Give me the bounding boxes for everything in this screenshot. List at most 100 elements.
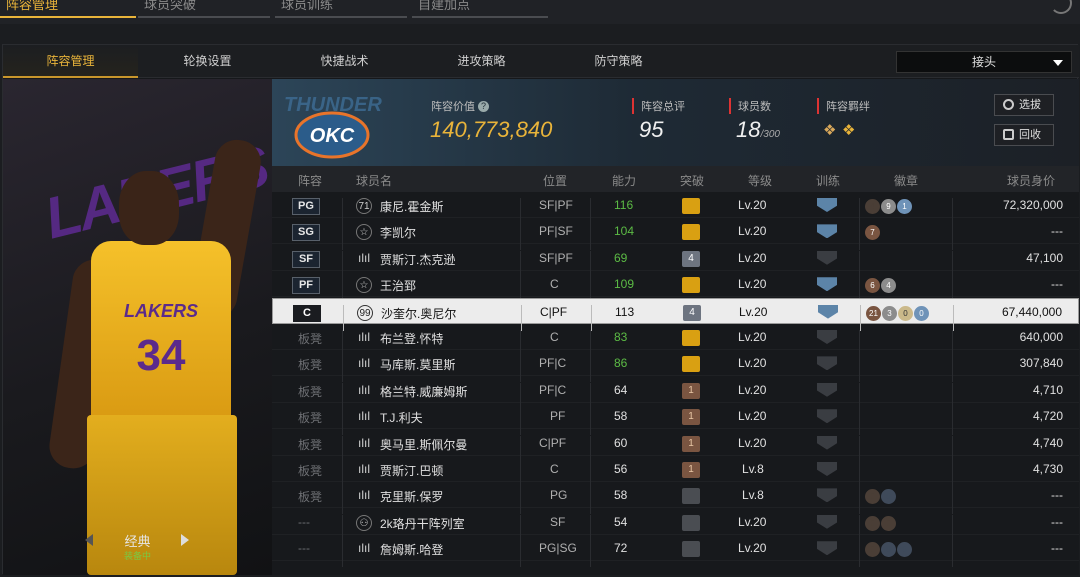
table-row[interactable]: SF ılıl 贾斯汀.杰克逊 SF|PF 69 4 Lv.20 47,100 [272, 245, 1079, 277]
col-header-slot: 阵容 [298, 174, 323, 188]
player-name: 2k珞丹干阵列室 [380, 516, 465, 531]
training-icon[interactable] [817, 541, 837, 556]
player-tag-icon: ☆ [356, 224, 372, 241]
training-icon[interactable] [817, 488, 837, 503]
breakthrough-badge: 4 [683, 304, 701, 321]
card-style-label: 经典 [124, 534, 151, 549]
refresh-icon[interactable] [1050, 0, 1072, 14]
player-position: SF|PF [539, 198, 573, 212]
player-level: Lv.20 [738, 435, 767, 450]
training-icon[interactable] [817, 277, 837, 292]
slot-label: 板凳 [298, 411, 323, 426]
training-icon[interactable] [817, 330, 837, 344]
top-tab-training[interactable]: 球员训练 [275, 0, 407, 18]
signal-bars-icon: ılıl [358, 250, 370, 265]
breakthrough-badge [682, 541, 700, 558]
slot-label: --- [298, 541, 310, 556]
badge-group: 00 [865, 488, 897, 505]
player-level: Lv.20 [738, 198, 767, 212]
table-row[interactable]: --- ılıl 詹姆斯.哈登 PG|SG 72 Lv.20 0 0 0 --- [272, 535, 1079, 568]
player-ability: 56 [614, 462, 628, 476]
player-name: 奥马里.斯佩尔曼 [380, 437, 468, 452]
tab-rotation[interactable]: 轮换设置 [140, 45, 275, 78]
top-tab-label: 球员训练 [281, 0, 334, 12]
table-row[interactable]: --- ⚇ 2k珞丹干阵列室 SF 54 Lv.20 0 0 --- [272, 509, 1079, 541]
training-icon[interactable] [817, 409, 837, 424]
slot-label: 板凳 [298, 384, 323, 399]
training-icon[interactable] [817, 382, 837, 397]
table-row[interactable]: C 99 沙奎尔.奥尼尔 C|PF 113 4 Lv.20 21 3 0 0 67,440,000 [272, 297, 1079, 331]
signal-bars-icon: ılıl [358, 409, 370, 424]
player-position: PF|SF [539, 224, 573, 239]
team-logo-abbr: OKC [310, 125, 355, 147]
next-card-icon[interactable] [181, 534, 189, 546]
signal-bars-icon: ılıl [358, 330, 370, 344]
player-position: PF [550, 409, 566, 424]
player-ability: 113 [615, 304, 635, 319]
badge-icon: 1 [897, 199, 912, 214]
top-tab-lineup[interactable]: 阵容管理 [0, 0, 136, 18]
badge-group: 000 [865, 541, 913, 558]
badge-icon: 9 [881, 199, 896, 214]
table-row[interactable]: 板凳 ılıl 奥马里.斯佩尔曼 C|PF 60 1 Lv.20 4,740 [272, 430, 1079, 462]
player-ability: 83 [614, 330, 628, 344]
chemistry-icon[interactable]: ❖ [823, 121, 836, 139]
breakthrough-badge [682, 488, 700, 505]
player-ability: 69 [614, 250, 628, 265]
top-tab-breakthrough[interactable]: 球员突破 [138, 0, 270, 18]
player-tag-icon: ⚇ [356, 514, 372, 531]
table-row[interactable]: 板凳 ılıl 贾斯汀.巴顿 C 56 1 Lv.8 4,730 [272, 456, 1079, 488]
training-icon[interactable] [817, 462, 837, 476]
strategy-dropdown[interactable]: 接头 [896, 51, 1072, 73]
player-ability: 54 [614, 514, 628, 529]
training-icon[interactable] [817, 356, 837, 371]
player-tag-icon: 71 [356, 198, 372, 214]
table-row[interactable]: 板凳 ılıl 布兰登.怀特 C 83 Lv.20 640,000 [272, 324, 1079, 356]
chemistry-icon[interactable]: ❖ [842, 121, 855, 139]
lineup-summary: THUNDER OKC 阵容价值? 140,773,840 阵容总评 95 球员… [272, 79, 1079, 166]
crown-icon [682, 224, 700, 241]
training-icon[interactable] [817, 435, 837, 450]
signal-bars-icon: ılıl [358, 356, 370, 371]
table-row[interactable]: 板凳 ılıl 马库斯.莫里斯 PF|C 86 Lv.20 307,840 [272, 350, 1079, 383]
top-tab-custom-points[interactable]: 自建加点 [412, 0, 548, 18]
table-row[interactable]: 板凳 ılıl 格兰特.威廉姆斯 PF|C 64 1 Lv.20 4,710 [272, 377, 1079, 409]
player-ability: 109 [614, 277, 635, 292]
player-name: 马库斯.莫里斯 [380, 358, 456, 373]
player-name: 康尼.霍金斯 [380, 200, 444, 214]
breakthrough-badge: 1 [682, 435, 700, 452]
training-icon[interactable] [817, 198, 837, 212]
training-icon[interactable] [817, 514, 837, 529]
badge-icon: 21 [866, 305, 881, 321]
training-icon[interactable] [817, 250, 837, 265]
help-icon[interactable]: ? [478, 101, 489, 112]
breakthrough-badge [682, 514, 700, 531]
select-button[interactable]: 选拔 [994, 94, 1054, 116]
badge-icon: 0 [881, 489, 896, 505]
badge-icon: 0 [914, 305, 929, 321]
badge-icon: 0 [865, 489, 880, 505]
badge-icon: 0 [865, 542, 880, 558]
lineup-value: 140,773,840 [430, 117, 553, 142]
signal-bars-icon: ılıl [358, 435, 370, 450]
tab-lineup-management[interactable]: 阵容管理 [3, 45, 138, 78]
table-row[interactable]: 板凳 ılıl 克里斯.保罗 PG 58 Lv.8 0 0 --- [272, 482, 1079, 515]
player-level: Lv.20 [738, 356, 767, 371]
training-icon[interactable] [817, 224, 837, 239]
table-row[interactable]: SG ☆ 李凯尔 PF|SF 104 Lv.20 7 --- [272, 218, 1079, 251]
tab-quick-tactics[interactable]: 快捷战术 [277, 45, 412, 78]
table-row[interactable]: PG 71 康尼.霍金斯 SF|PF 116 Lv.20 4 9 1 72,320,000 [272, 192, 1079, 224]
recycle-button[interactable]: 回收 [994, 124, 1054, 146]
tab-defense-strategy[interactable]: 防守策略 [551, 45, 686, 78]
table-row[interactable]: 板凳 ılıl T.J.利夫 PF 58 1 Lv.20 4,720 [272, 403, 1079, 436]
player-ability: 58 [614, 409, 628, 424]
player-position: C [550, 462, 559, 476]
chemistry-label: 阵容羁绊 [817, 98, 870, 114]
player-ability: 72 [614, 541, 628, 556]
player-value: 4,710 [1032, 382, 1063, 397]
training-icon[interactable] [818, 304, 838, 319]
tab-offense-strategy[interactable]: 进攻策略 [414, 45, 549, 78]
refresh-icon [1003, 99, 1014, 110]
player-ability: 104 [614, 224, 635, 239]
table-row[interactable]: PF ☆ 王治郅 C 109 Lv.20 6 4 --- [272, 271, 1079, 304]
